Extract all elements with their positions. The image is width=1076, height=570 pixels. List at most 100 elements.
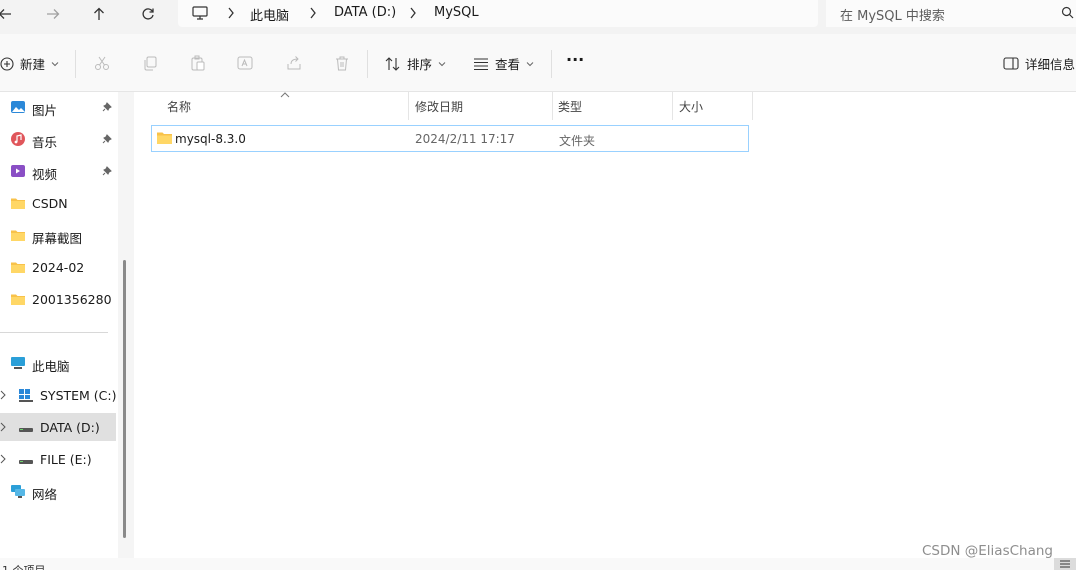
status-bar: 1 个项目 [0, 558, 1076, 570]
sort-button[interactable]: 排序 [385, 54, 446, 73]
watermark: CSDN @EliasChang [922, 543, 1053, 559]
column-header-name[interactable]: 名称 [167, 98, 191, 115]
sidebar-item-csdn[interactable]: CSDN [0, 189, 116, 217]
divider [551, 50, 552, 78]
pin-icon[interactable] [102, 134, 112, 144]
divider [75, 50, 76, 78]
pin-icon[interactable] [102, 166, 112, 176]
sort-icon [385, 56, 400, 71]
arrow-left-icon [0, 9, 11, 19]
file-modified: 2024/2/11 17:17 [415, 132, 515, 146]
details-view-icon [1060, 560, 1070, 568]
sidebar-item-label: CSDN [32, 196, 68, 211]
details-view-toggle[interactable] [1054, 558, 1076, 570]
sidebar-item-label: DATA (D:) [40, 420, 100, 435]
arrow-up-icon [94, 7, 104, 20]
sidebar-item-2001356280[interactable]: 2001356280 [0, 285, 116, 313]
folder-icon [157, 132, 172, 144]
view-button[interactable]: 查看 [473, 54, 534, 73]
column-divider[interactable] [672, 92, 673, 120]
navigation-pane: 图片 音乐 视频 CSDN 屏幕截图 2024-02 2001356280 此电… [0, 92, 118, 558]
sidebar-item-this-pc[interactable]: 此电脑 [0, 349, 116, 377]
sidebar-item-network[interactable]: 网络 [0, 477, 116, 505]
breadcrumb-data-drive[interactable]: DATA (D:) [334, 5, 396, 20]
sidebar-item-label: 此电脑 [32, 359, 70, 374]
sort-label: 排序 [407, 57, 433, 72]
column-divider[interactable] [552, 92, 553, 120]
sidebar-item-video[interactable]: 视频 [0, 157, 116, 185]
file-type: 文件夹 [559, 134, 596, 148]
arrow-right-icon [47, 9, 60, 19]
file-name[interactable]: mysql-8.3.0 [175, 132, 246, 146]
chevron-right-icon[interactable] [0, 454, 6, 464]
plus-circle-icon [0, 56, 14, 71]
file-list: 名称 修改日期 类型 大小 mysql-8.3.0 2024/2/11 17:1… [134, 92, 1076, 558]
details-pane-button[interactable]: 详细信息 [1003, 54, 1075, 73]
breadcrumb-this-pc[interactable]: 此电脑 [250, 5, 289, 24]
search-icon [1061, 6, 1074, 19]
folder-icon [11, 198, 25, 209]
sidebar-item-screenshots[interactable]: 屏幕截图 [0, 221, 116, 249]
chevron-right-icon[interactable] [0, 390, 6, 400]
share-icon[interactable] [286, 55, 302, 71]
sidebar-item-music[interactable]: 音乐 [0, 125, 116, 153]
sidebar-item-data-d[interactable]: DATA (D:) [0, 413, 116, 441]
folder-icon [11, 262, 25, 273]
search-input[interactable]: 在 MySQL 中搜索 [840, 5, 945, 24]
computer-icon [11, 357, 25, 369]
item-count: 1 个项目 [2, 562, 46, 570]
copy-icon[interactable] [142, 55, 158, 71]
column-divider[interactable] [752, 92, 753, 120]
cut-icon[interactable] [94, 55, 110, 71]
divider [367, 50, 368, 78]
sidebar-item-label: 屏幕截图 [32, 231, 83, 246]
new-label: 新建 [20, 57, 46, 72]
column-header-type[interactable]: 类型 [558, 98, 582, 115]
forward-button[interactable] [40, 4, 66, 24]
sidebar-divider [0, 332, 108, 333]
file-row[interactable]: mysql-8.3.0 2024/2/11 17:17 文件夹 [151, 125, 749, 152]
sidebar-item-label: 2001356280 [32, 292, 112, 307]
refresh-icon [142, 8, 154, 20]
sidebar-item-label: SYSTEM (C:) [40, 388, 117, 403]
sidebar-item-label: 音乐 [32, 135, 58, 150]
sidebar-item-label: 图片 [32, 103, 58, 118]
delete-icon[interactable] [334, 55, 350, 71]
windows-drive-icon [19, 389, 33, 402]
pictures-icon [11, 101, 25, 113]
column-divider[interactable] [408, 92, 409, 120]
chevron-down-icon [438, 61, 446, 66]
address-row: 此电脑 DATA (D:) MySQL 在 MySQL 中搜索 [0, 0, 1076, 34]
sidebar-item-system-c[interactable]: SYSTEM (C:) [0, 381, 117, 409]
up-button[interactable] [86, 4, 112, 24]
rename-icon[interactable] [237, 55, 253, 71]
sidebar-item-label: 2024-02 [32, 260, 85, 275]
column-header-size[interactable]: 大小 [679, 98, 703, 115]
pin-icon[interactable] [102, 102, 112, 112]
network-icon [11, 485, 25, 498]
command-bar: 新建 排序 查看 ··· 详细信息 [0, 34, 1076, 92]
sidebar-item-label: 视频 [32, 167, 58, 182]
sidebar-item-2024-02[interactable]: 2024-02 [0, 253, 116, 281]
search-box[interactable]: 在 MySQL 中搜索 [826, 0, 1076, 27]
sidebar-item-file-e[interactable]: FILE (E:) [0, 445, 116, 473]
chevron-right-icon[interactable] [0, 422, 6, 432]
breadcrumb-mysql[interactable]: MySQL [434, 5, 479, 20]
refresh-button[interactable] [135, 4, 161, 24]
chevron-right-icon [410, 7, 416, 19]
chevron-right-icon [228, 7, 234, 19]
more-icon: ··· [566, 50, 585, 69]
address-bar[interactable]: 此电脑 DATA (D:) MySQL [178, 0, 818, 27]
sidebar-item-pictures[interactable]: 图片 [0, 93, 116, 121]
chevron-down-icon [526, 61, 534, 66]
view-list-icon [474, 57, 488, 70]
chevron-down-icon [51, 61, 59, 66]
new-button[interactable]: 新建 [0, 54, 59, 73]
folder-icon [11, 294, 25, 305]
column-header-modified[interactable]: 修改日期 [415, 98, 463, 115]
back-button[interactable] [0, 4, 18, 24]
sidebar-scrollbar[interactable] [123, 260, 126, 538]
paste-icon[interactable] [190, 55, 206, 71]
more-button[interactable]: ··· [566, 50, 584, 69]
sidebar-item-label: 网络 [32, 487, 58, 502]
